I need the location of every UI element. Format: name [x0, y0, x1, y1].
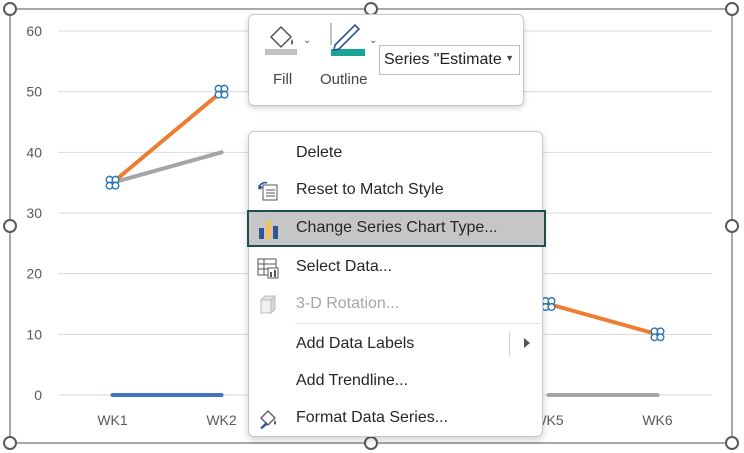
resize-handle[interactable] [725, 219, 739, 233]
y-tick-label: 60 [26, 23, 42, 39]
y-axis: 0 10 20 30 40 50 60 [26, 23, 42, 403]
outline-button-label[interactable]: Outline [320, 71, 368, 88]
fill-dropdown-icon[interactable]: ⌄ [303, 35, 311, 46]
context-menu: Delete Reset to Match Style Change Serie… [247, 131, 546, 437]
bucket-drop [291, 39, 293, 45]
chevron-right-icon[interactable] [524, 338, 530, 348]
selection-handle-dot [656, 333, 665, 342]
y-tick-label: 0 [34, 387, 42, 403]
y-tick-label: 30 [26, 205, 42, 221]
selection-handle-dot [111, 181, 120, 190]
menu-item-label: Change Series Chart Type... [296, 219, 498, 236]
resize-handle[interactable] [3, 219, 17, 233]
chevron-down-icon: ▼ [505, 53, 514, 63]
menu-item-add-trendline[interactable]: Add Trendline... [249, 363, 542, 400]
y-tick-label: 10 [26, 326, 42, 342]
menu-item-label: Format Data Series... [296, 409, 449, 426]
resize-handle[interactable] [725, 2, 739, 16]
menu-separator [295, 323, 540, 324]
resize-handle[interactable] [725, 436, 739, 450]
menu-item-format-data-series[interactable]: Format Data Series... [249, 400, 542, 437]
menu-item-select-data[interactable]: Select Data... [249, 249, 542, 286]
chart-area[interactable]: 0102030405060 WK1WK2WK3WK4WK5WK6 ⌄ Fill … [0, 0, 744, 453]
x-tick-label: WK6 [642, 412, 673, 428]
outline-dropdown-icon[interactable]: ⌄ [369, 35, 377, 46]
pen-shape [332, 23, 361, 52]
bucket-shape [269, 25, 293, 49]
menu-item-label: Select Data... [296, 258, 393, 275]
submenu-divider [509, 332, 510, 356]
resize-handle[interactable] [3, 436, 17, 450]
reset-style-icon [258, 181, 278, 201]
format-series-icon [260, 410, 276, 429]
menu-item-change-series-chart-type[interactable]: Change Series Chart Type... [247, 210, 546, 247]
pen-outline-icon[interactable] [329, 21, 369, 59]
3d-rotation-icon [259, 294, 277, 315]
paint-bucket-icon[interactable] [263, 23, 299, 57]
fill-color-bar [265, 49, 297, 55]
menu-item-label: Add Data Labels [296, 335, 415, 352]
y-tick-label: 50 [26, 84, 42, 100]
menu-item-add-data-labels[interactable]: Add Data Labels [249, 326, 542, 363]
menu-item-label: Add Trendline... [296, 372, 409, 389]
y-tick-label: 20 [26, 266, 42, 282]
menu-item-label: Reset to Match Style [296, 181, 444, 198]
resize-handle[interactable] [364, 436, 378, 450]
resize-handle[interactable] [3, 2, 17, 16]
select-data-icon [257, 258, 279, 279]
menu-item-delete[interactable]: Delete [249, 135, 542, 172]
selection-handle-dot [220, 90, 229, 99]
series-0-line[interactable] [546, 302, 660, 337]
menu-item-3d-rotation: 3-D Rotation... [249, 286, 542, 323]
series-selector-value: Series "Estimate [384, 51, 502, 68]
y-tick-label: 40 [26, 144, 42, 160]
mini-toolbar: ⌄ Fill ⌄ Outline Series "Estimate ▼ [248, 14, 524, 106]
x-tick-label: WK2 [206, 412, 237, 428]
x-tick-label: WK1 [97, 412, 128, 428]
selection-handle-dot [547, 303, 556, 312]
chart-type-icon [259, 221, 278, 239]
menu-item-label: 3-D Rotation... [296, 295, 400, 312]
menu-item-label: Delete [296, 144, 343, 161]
menu-item-reset-style[interactable]: Reset to Match Style [249, 172, 542, 209]
series-selector[interactable]: Series "Estimate ▼ [379, 45, 520, 75]
fill-button-label[interactable]: Fill [273, 71, 292, 88]
